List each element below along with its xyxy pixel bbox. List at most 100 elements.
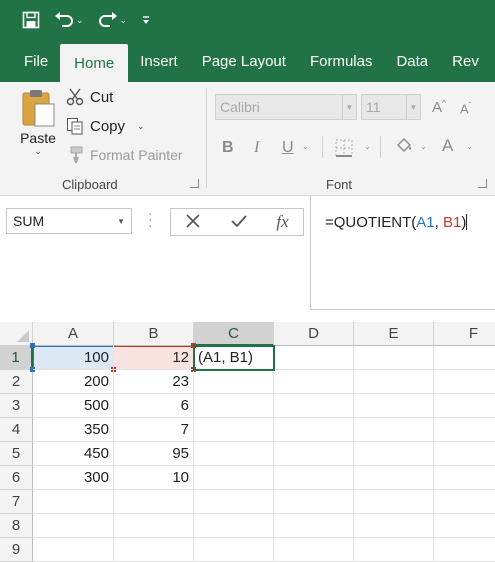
tab-data[interactable]: Data [384,40,440,82]
undo-dropdown-icon[interactable]: ⌄ [76,15,84,26]
tab-insert[interactable]: Insert [128,40,190,82]
tab-page-layout[interactable]: Page Layout [190,40,298,82]
cell-b2[interactable]: 23 [114,370,194,394]
select-all-button[interactable] [0,322,33,346]
cell-a5[interactable]: 450 [33,442,114,466]
cell-d1[interactable] [274,346,354,370]
row-header-1[interactable]: 1 [0,346,33,370]
cell-a2[interactable]: 200 [33,370,114,394]
column-header-c[interactable]: C [194,322,274,346]
font-color-dropdown-icon[interactable]: ⌄ [466,142,473,151]
cell-a3[interactable]: 500 [33,394,114,418]
font-color-button[interactable]: A [442,136,453,156]
cell-b6[interactable]: 10 [114,466,194,490]
enter-checkmark-icon[interactable] [230,213,248,232]
borders-dropdown-icon[interactable]: ⌄ [364,142,371,151]
cell-e4[interactable] [354,418,434,442]
font-size-box[interactable]: 11 ▼ [361,94,421,120]
cell-a4[interactable]: 350 [33,418,114,442]
font-dialog-launcher-icon[interactable] [478,179,487,188]
cell-d6[interactable] [274,466,354,490]
underline-button[interactable]: U [282,139,294,157]
cell-b4[interactable]: 7 [114,418,194,442]
row-header-6[interactable]: 6 [0,466,33,490]
tab-file[interactable]: File [0,40,60,82]
cell-a8[interactable] [33,514,114,538]
cell-f2[interactable] [434,370,495,394]
customize-qat-icon[interactable] [141,14,151,26]
row-header-7[interactable]: 7 [0,490,33,514]
column-header-a[interactable]: A [33,322,114,346]
cell-f6[interactable] [434,466,495,490]
cell-c3[interactable] [194,394,274,418]
row-header-4[interactable]: 4 [0,418,33,442]
cell-d9[interactable] [274,538,354,562]
italic-button[interactable]: I [254,139,259,157]
cell-e2[interactable] [354,370,434,394]
formula-input[interactable]: =QUOTIENT(A1, B1) [310,196,495,310]
cell-e1[interactable] [354,346,434,370]
cell-c2[interactable] [194,370,274,394]
cell-b3[interactable]: 6 [114,394,194,418]
row-header-9[interactable]: 9 [0,538,33,562]
column-header-f[interactable]: F [434,322,495,346]
cell-e3[interactable] [354,394,434,418]
save-icon[interactable] [22,11,40,29]
cell-e6[interactable] [354,466,434,490]
cell-a6[interactable]: 300 [33,466,114,490]
cell-c7[interactable] [194,490,274,514]
fill-color-dropdown-icon[interactable]: ⌄ [420,142,427,151]
copy-button[interactable]: Copy ⌄ [66,117,145,135]
cell-c8[interactable] [194,514,274,538]
cell-f1[interactable] [434,346,495,370]
cell-d5[interactable] [274,442,354,466]
fill-color-icon[interactable] [394,136,414,159]
paste-dropdown-icon[interactable]: ⌄ [34,146,42,157]
cell-f7[interactable] [434,490,495,514]
underline-dropdown-icon[interactable]: ⌄ [302,142,309,151]
cell-b7[interactable] [114,490,194,514]
cell-e8[interactable] [354,514,434,538]
undo-icon[interactable]: ⌄ [54,12,84,28]
cell-f3[interactable] [434,394,495,418]
paste-button[interactable]: Paste ⌄ [14,88,62,174]
copy-dropdown-icon[interactable]: ⌄ [137,121,145,132]
tab-home[interactable]: Home [60,44,129,82]
cell-c9[interactable] [194,538,274,562]
shrink-font-button[interactable]: Aˇ [460,101,471,116]
grow-font-button[interactable]: A^ [432,99,446,116]
name-box-dropdown-icon[interactable]: ▼ [117,217,125,226]
row-header-8[interactable]: 8 [0,514,33,538]
cell-e5[interactable] [354,442,434,466]
redo-icon[interactable]: ⌄ [98,12,128,28]
insert-function-button[interactable]: fx [276,212,288,232]
cell-e7[interactable] [354,490,434,514]
cell-f5[interactable] [434,442,495,466]
borders-icon[interactable] [334,138,354,161]
cell-c5[interactable] [194,442,274,466]
row-header-5[interactable]: 5 [0,442,33,466]
column-header-b[interactable]: B [114,322,194,346]
tab-review[interactable]: Rev [440,40,479,82]
cancel-icon[interactable] [185,213,201,232]
cell-b1[interactable]: 12 [114,346,194,370]
cell-f9[interactable] [434,538,495,562]
row-header-2[interactable]: 2 [0,370,33,394]
font-size-dropdown-icon[interactable]: ▼ [406,95,420,119]
cell-f8[interactable] [434,514,495,538]
cell-f4[interactable] [434,418,495,442]
bold-button[interactable]: B [222,139,234,157]
cell-c6[interactable] [194,466,274,490]
name-box[interactable]: SUM ▼ [6,208,132,234]
formula-bar-resize-handle[interactable]: · · · [148,206,153,232]
cell-d2[interactable] [274,370,354,394]
tab-formulas[interactable]: Formulas [298,40,385,82]
cell-d7[interactable] [274,490,354,514]
redo-dropdown-icon[interactable]: ⌄ [120,15,128,26]
column-header-e[interactable]: E [354,322,434,346]
cell-a9[interactable] [33,538,114,562]
row-header-3[interactable]: 3 [0,394,33,418]
font-name-box[interactable]: Calibri ▼ [215,94,357,120]
cell-b9[interactable] [114,538,194,562]
cell-e9[interactable] [354,538,434,562]
